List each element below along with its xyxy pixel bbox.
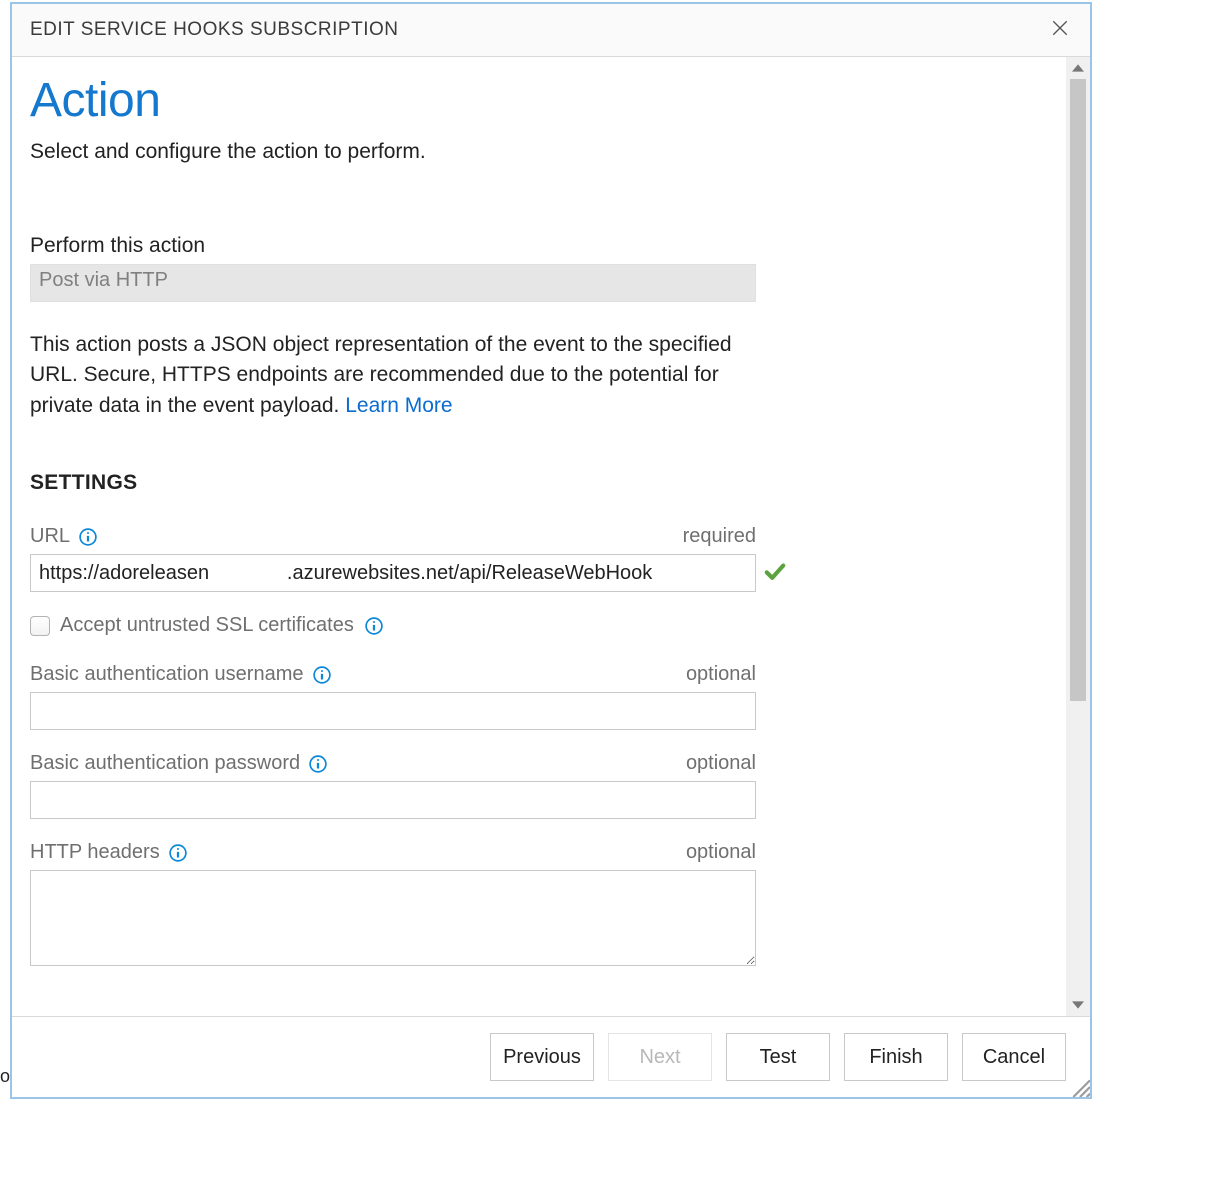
dialog-footer: Previous Next Test Finish Cancel xyxy=(12,1016,1090,1097)
password-label: Basic authentication password xyxy=(30,752,300,775)
test-button[interactable]: Test xyxy=(726,1033,830,1081)
dialog: EDIT SERVICE HOOKS SUBSCRIPTION Action S… xyxy=(10,2,1092,1099)
password-field: Basic authentication password optional xyxy=(30,752,756,819)
previous-button[interactable]: Previous xyxy=(490,1033,594,1081)
url-field: URL required xyxy=(30,525,756,592)
info-icon[interactable] xyxy=(364,616,384,636)
ssl-checkbox-row: Accept untrusted SSL certificates xyxy=(30,614,756,637)
info-icon[interactable] xyxy=(308,754,328,774)
username-input[interactable] xyxy=(30,692,756,730)
next-button: Next xyxy=(608,1033,712,1081)
settings-heading: SETTINGS xyxy=(30,471,1048,495)
perform-action-label: Perform this action xyxy=(30,234,1048,258)
finish-button[interactable]: Finish xyxy=(844,1033,948,1081)
ssl-checkbox[interactable] xyxy=(30,616,50,636)
password-hint: optional xyxy=(686,752,756,775)
scroll-track[interactable] xyxy=(1066,79,1090,994)
headers-hint: optional xyxy=(686,841,756,864)
username-hint: optional xyxy=(686,663,756,686)
page-subtitle: Select and configure the action to perfo… xyxy=(30,140,1048,164)
close-icon xyxy=(1051,19,1069,42)
page-title: Action xyxy=(30,73,1048,128)
external-text: o xyxy=(0,1066,10,1087)
scroll-thumb[interactable] xyxy=(1070,79,1086,701)
dialog-header: EDIT SERVICE HOOKS SUBSCRIPTION xyxy=(12,4,1090,57)
scrollbar[interactable] xyxy=(1066,57,1090,1016)
headers-input[interactable] xyxy=(30,870,756,966)
username-label: Basic authentication username xyxy=(30,663,304,686)
headers-field: HTTP headers optional xyxy=(30,841,756,971)
headers-label: HTTP headers xyxy=(30,841,160,864)
info-icon[interactable] xyxy=(312,665,332,685)
learn-more-link[interactable]: Learn More xyxy=(345,394,452,417)
username-field: Basic authentication username optional xyxy=(30,663,756,730)
perform-action-select[interactable]: Post via HTTP xyxy=(30,264,756,302)
check-icon xyxy=(764,560,786,587)
password-input[interactable] xyxy=(30,781,756,819)
url-hint: required xyxy=(683,525,756,548)
scroll-up-arrow[interactable] xyxy=(1066,57,1090,79)
scroll-down-arrow[interactable] xyxy=(1066,994,1090,1016)
action-description: This action posts a JSON object represen… xyxy=(30,330,770,421)
ssl-checkbox-label: Accept untrusted SSL certificates xyxy=(60,614,354,637)
cancel-button[interactable]: Cancel xyxy=(962,1033,1066,1081)
url-input[interactable] xyxy=(30,554,756,592)
close-button[interactable] xyxy=(1048,18,1072,42)
dialog-body: Action Select and configure the action t… xyxy=(12,57,1066,1016)
info-icon[interactable] xyxy=(78,527,98,547)
info-icon[interactable] xyxy=(168,843,188,863)
url-label: URL xyxy=(30,525,70,548)
resize-grip[interactable] xyxy=(1070,1077,1090,1097)
dialog-title: EDIT SERVICE HOOKS SUBSCRIPTION xyxy=(30,19,398,41)
dialog-body-wrap: Action Select and configure the action t… xyxy=(12,57,1090,1016)
